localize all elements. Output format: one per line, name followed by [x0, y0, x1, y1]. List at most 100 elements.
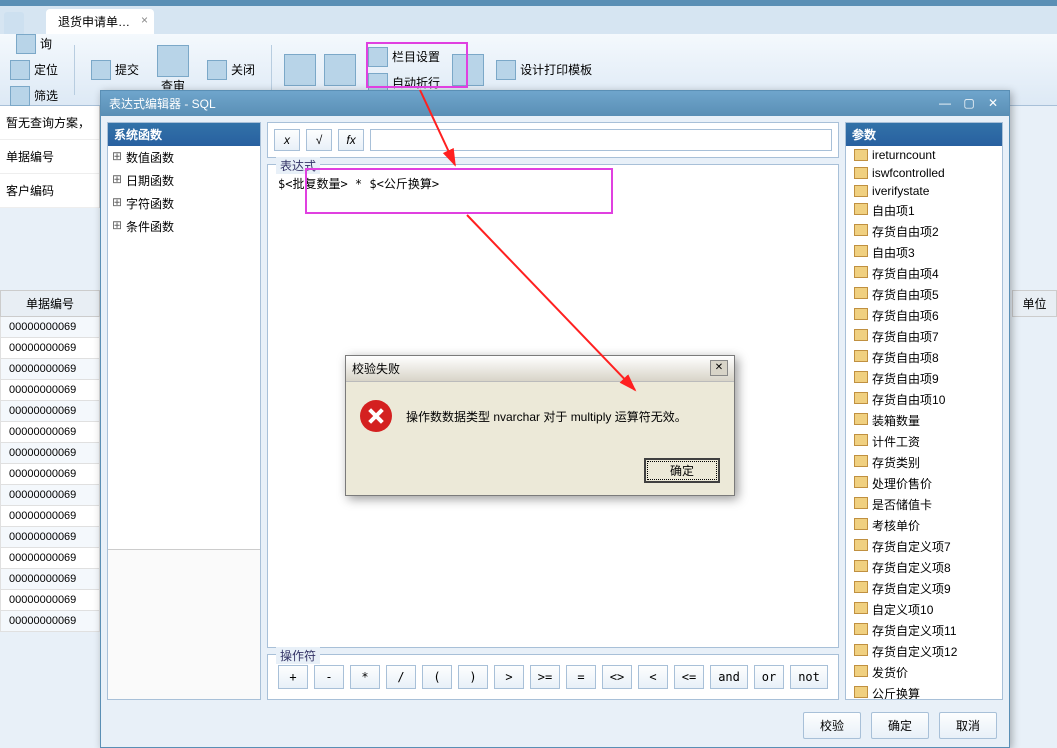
parameter-list[interactable]: ireturncountiswfcontrollediverifystate自由… [846, 146, 1002, 699]
operator-button[interactable]: < [638, 665, 668, 689]
document-tab[interactable]: 退货申请单… × [46, 9, 154, 34]
table-row[interactable]: 00000000069 [0, 464, 100, 485]
param-item[interactable]: iverifystate [846, 182, 1002, 200]
link-icon[interactable] [284, 54, 316, 86]
param-item[interactable]: iswfcontrolled [846, 164, 1002, 182]
param-item[interactable]: 公斤换算 [846, 683, 1002, 699]
operator-button[interactable]: or [754, 665, 784, 689]
operator-button[interactable]: and [710, 665, 748, 689]
param-item[interactable]: 计件工资 [846, 431, 1002, 452]
operator-button[interactable]: ) [458, 665, 488, 689]
dialog-titlebar[interactable]: 表达式编辑器 - SQL — ▢ ✕ [101, 91, 1009, 116]
operator-button[interactable]: * [350, 665, 380, 689]
expression-text[interactable]: $<批复数量> * $<公斤换算> [268, 165, 838, 202]
close-button[interactable]: 关闭 [203, 58, 259, 82]
table-row[interactable]: 00000000069 [0, 590, 100, 611]
table-row[interactable]: 00000000069 [0, 506, 100, 527]
param-item[interactable]: 存货自由项4 [846, 263, 1002, 284]
query-button[interactable]: 询 [12, 32, 56, 56]
function-description [108, 549, 260, 699]
param-item[interactable]: 存货自由项10 [846, 389, 1002, 410]
operator-button[interactable]: + [278, 665, 308, 689]
column-settings-button[interactable]: 栏目设置 [364, 45, 444, 69]
accept-formula-button[interactable]: √ [306, 129, 332, 151]
error-titlebar[interactable]: 校验失败 ✕ [346, 356, 734, 382]
param-item[interactable]: 自由项1 [846, 200, 1002, 221]
param-item[interactable]: ireturncount [846, 146, 1002, 164]
minimize-icon[interactable]: — [937, 97, 953, 111]
operator-button[interactable]: > [494, 665, 524, 689]
verify-button[interactable]: 校验 [803, 712, 861, 739]
table-row[interactable]: 00000000069 [0, 380, 100, 401]
table-row[interactable]: 00000000069 [0, 569, 100, 590]
doc-icon[interactable] [324, 54, 356, 86]
param-item[interactable]: 存货自定义项12 [846, 641, 1002, 662]
audit-button[interactable]: 查审 [151, 43, 195, 96]
filter-button[interactable]: 筛选 [6, 84, 62, 108]
cancel-button[interactable]: 取消 [939, 712, 997, 739]
table-row[interactable]: 00000000069 [0, 401, 100, 422]
param-item[interactable]: 考核单价 [846, 515, 1002, 536]
tree-item[interactable]: 日期函数 [108, 169, 260, 192]
ok-button[interactable]: 确定 [871, 712, 929, 739]
param-item[interactable]: 发货价 [846, 662, 1002, 683]
param-item[interactable]: 存货自由项7 [846, 326, 1002, 347]
param-item[interactable]: 存货自由项2 [846, 221, 1002, 242]
operator-button[interactable]: / [386, 665, 416, 689]
close-icon[interactable]: ✕ [710, 360, 728, 376]
table-row[interactable]: 00000000069 [0, 338, 100, 359]
table-row[interactable]: 00000000069 [0, 359, 100, 380]
error-ok-button[interactable]: 确定 [644, 458, 720, 483]
param-item[interactable]: 存货自由项9 [846, 368, 1002, 389]
table-row[interactable]: 00000000069 [0, 548, 100, 569]
table-row[interactable]: 00000000069 [0, 317, 100, 338]
param-item[interactable]: 存货自定义项7 [846, 536, 1002, 557]
param-item[interactable]: 存货自由项8 [846, 347, 1002, 368]
operator-legend: 操作符 [276, 647, 320, 664]
param-item[interactable]: 装箱数量 [846, 410, 1002, 431]
param-item[interactable]: 是否储值卡 [846, 494, 1002, 515]
tree-item[interactable]: 条件函数 [108, 215, 260, 238]
table-row[interactable]: 00000000069 [0, 611, 100, 632]
operator-fieldset: 操作符 +-*/()>>==<><<=andornot [267, 654, 839, 700]
cancel-formula-button[interactable]: x [274, 129, 300, 151]
fx-button[interactable]: fx [338, 129, 364, 151]
param-item[interactable]: 存货自由项6 [846, 305, 1002, 326]
locate-button[interactable]: 定位 [6, 58, 62, 82]
left-panel: 暂无查询方案， 单据编号 客户编码 [0, 106, 100, 208]
param-item[interactable]: 存货自定义项11 [846, 620, 1002, 641]
error-message: 操作数数据类型 nvarchar 对于 multiply 运算符无效。 [406, 408, 687, 425]
grid-icon[interactable] [452, 54, 484, 86]
operator-button[interactable]: <> [602, 665, 632, 689]
param-item[interactable]: 存货类别 [846, 452, 1002, 473]
col-header-bill[interactable]: 单据编号 [0, 290, 100, 317]
submit-button[interactable]: 提交 [87, 58, 143, 82]
table-row[interactable]: 00000000069 [0, 485, 100, 506]
print-design-button[interactable]: 设计打印模板 [492, 58, 596, 82]
col-header-unit[interactable]: 单位 [1012, 290, 1057, 317]
function-tree[interactable]: 数值函数日期函数字符函数条件函数 [108, 146, 260, 549]
maximize-icon[interactable]: ▢ [961, 97, 977, 111]
operator-button[interactable]: >= [530, 665, 560, 689]
parameter-panel: 参数 ireturncountiswfcontrollediverifystat… [845, 122, 1003, 700]
operator-button[interactable]: not [790, 665, 828, 689]
operator-button[interactable]: = [566, 665, 596, 689]
tree-item[interactable]: 字符函数 [108, 192, 260, 215]
close-icon[interactable]: × [141, 13, 148, 27]
tree-item[interactable]: 数值函数 [108, 146, 260, 169]
bill-no-label: 单据编号 [0, 140, 99, 174]
operator-button[interactable]: ( [422, 665, 452, 689]
operator-button[interactable]: - [314, 665, 344, 689]
param-item[interactable]: 存货自由项5 [846, 284, 1002, 305]
operator-button[interactable]: <= [674, 665, 704, 689]
param-item[interactable]: 处理价售价 [846, 473, 1002, 494]
param-item[interactable]: 存货自定义项8 [846, 557, 1002, 578]
table-row[interactable]: 00000000069 [0, 527, 100, 548]
table-row[interactable]: 00000000069 [0, 443, 100, 464]
param-item[interactable]: 自由项3 [846, 242, 1002, 263]
param-item[interactable]: 自定义项10 [846, 599, 1002, 620]
table-row[interactable]: 00000000069 [0, 422, 100, 443]
close-icon[interactable]: ✕ [985, 97, 1001, 111]
formula-input[interactable] [370, 129, 832, 151]
param-item[interactable]: 存货自定义项9 [846, 578, 1002, 599]
